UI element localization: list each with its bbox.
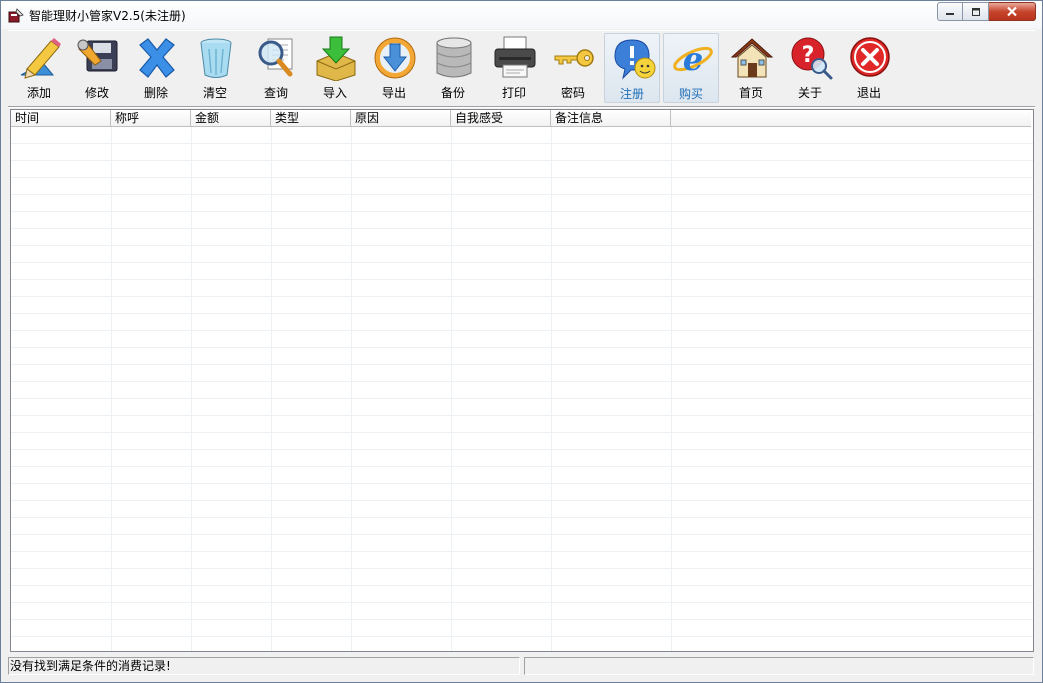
toolbar-separator [8, 106, 1035, 108]
pencil-icon [20, 38, 61, 79]
column-header-name[interactable]: 称呼 [111, 110, 191, 127]
column-header-amount[interactable]: 金额 [191, 110, 271, 127]
app-icon [8, 8, 24, 23]
column-header-type[interactable]: 类型 [271, 110, 351, 127]
export-label: 导出 [381, 86, 406, 100]
import-label: 导入 [322, 86, 347, 100]
add-button[interactable]: 添加 [11, 33, 67, 103]
printer-icon [494, 36, 536, 78]
title-bar[interactable]: 智能理财小管家V2.5(未注册) [1, 1, 1042, 29]
column-divider [191, 127, 192, 651]
trash-icon [200, 38, 232, 78]
export-button[interactable]: 导出 [366, 33, 422, 103]
minimize-icon [946, 12, 954, 15]
database-icon [436, 37, 472, 78]
clear-label: 清空 [202, 86, 227, 100]
status-bar: 没有找到满足条件的消费记录! [8, 656, 1035, 676]
column-header-time[interactable]: 时间 [11, 110, 111, 127]
delete-button[interactable]: 删除 [128, 33, 184, 103]
app-window: 智能理财小管家V2.5(未注册) 添加 修改 删除 清空 查询 导入 导出 备份… [0, 0, 1043, 683]
close-icon [1007, 6, 1017, 17]
close-button[interactable] [989, 2, 1036, 21]
column-header-feeling[interactable]: 自我感受 [451, 110, 551, 127]
magnifier-icon [258, 38, 293, 77]
maximize-button[interactable] [963, 2, 989, 21]
about-label: 关于 [797, 86, 822, 100]
records-table[interactable]: 时间 称呼 金额 类型 原因 自我感受 备注信息 [10, 109, 1034, 652]
toolbar: 添加 修改 删除 清空 查询 导入 导出 备份 打印 密码 注册 e 购买 首页… [8, 30, 1035, 104]
edit-label: 修改 [84, 86, 109, 100]
exit-button[interactable]: 退出 [841, 33, 897, 103]
column-divider [111, 127, 112, 651]
register-button[interactable]: 注册 [604, 33, 660, 103]
about-button[interactable]: ? 关于 [782, 33, 838, 103]
backup-label: 备份 [440, 86, 465, 100]
register-icon [614, 39, 656, 80]
backup-button[interactable]: 备份 [425, 33, 481, 103]
help-icon: ? [791, 37, 833, 80]
column-divider [451, 127, 452, 651]
window-title: 智能理财小管家V2.5(未注册) [29, 9, 186, 23]
edit-button[interactable]: 修改 [69, 33, 125, 103]
column-divider [671, 127, 672, 651]
delete-label: 删除 [143, 86, 168, 100]
buy-label: 购买 [678, 87, 703, 101]
print-button[interactable]: 打印 [486, 33, 542, 103]
add-label: 添加 [26, 86, 51, 100]
clear-button[interactable]: 清空 [187, 33, 243, 103]
exit-label: 退出 [856, 86, 881, 100]
password-button[interactable]: 密码 [545, 33, 601, 103]
print-label: 打印 [501, 86, 526, 100]
exit-icon [850, 37, 890, 77]
export-icon [374, 37, 416, 79]
column-divider [551, 127, 552, 651]
status-pane-secondary [524, 657, 1034, 675]
key-icon [554, 49, 594, 67]
home-button[interactable]: 首页 [723, 33, 779, 103]
buy-button[interactable]: e 购买 [663, 33, 719, 103]
table-header: 时间 称呼 金额 类型 原因 自我感受 备注信息 [11, 110, 1031, 127]
column-header-reason[interactable]: 原因 [351, 110, 451, 127]
table-body[interactable] [11, 127, 1033, 651]
import-button[interactable]: 导入 [307, 33, 363, 103]
password-label: 密码 [560, 86, 585, 100]
column-header-filler [671, 110, 1031, 127]
client-area: 添加 修改 删除 清空 查询 导入 导出 备份 打印 密码 注册 e 购买 首页… [8, 30, 1035, 677]
window-controls [937, 2, 1036, 22]
delete-x-icon [139, 38, 175, 78]
register-label: 注册 [619, 87, 644, 101]
home-label: 首页 [738, 86, 763, 100]
column-header-notes[interactable]: 备注信息 [551, 110, 671, 127]
import-icon [316, 36, 356, 81]
column-divider [271, 127, 272, 651]
minimize-button[interactable] [937, 2, 963, 21]
home-icon [730, 38, 774, 78]
column-divider [351, 127, 352, 651]
svg-text:e: e [683, 40, 703, 78]
query-label: 查询 [263, 86, 288, 100]
maximize-icon [971, 7, 980, 16]
query-button[interactable]: 查询 [248, 33, 304, 103]
edit-disk-icon [77, 39, 118, 72]
ie-icon: e [673, 40, 713, 78]
status-message: 没有找到满足条件的消费记录! [8, 657, 520, 675]
